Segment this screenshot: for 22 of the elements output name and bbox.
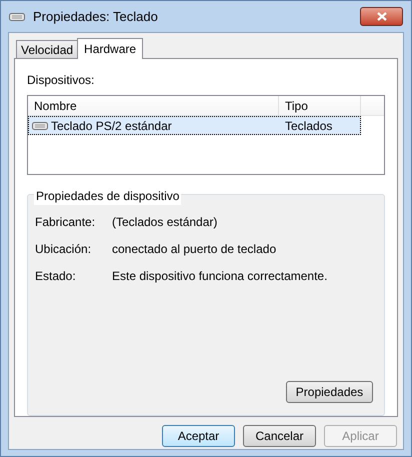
window-title: Propiedades: Teclado xyxy=(33,8,158,26)
close-button[interactable] xyxy=(360,7,403,26)
device-type: Teclados xyxy=(284,118,332,134)
tab[interactable]: Velocidad xyxy=(16,40,78,58)
property-label: Estado: xyxy=(35,268,77,285)
property-value: conectado al puerto de teclado xyxy=(112,240,276,258)
property-label: Fabricante: xyxy=(35,214,96,231)
property-value: Este dispositivo funciona correctamente. xyxy=(112,268,328,285)
column-header[interactable]: Tipo xyxy=(279,96,361,115)
devices-label: Dispositivos: xyxy=(27,72,96,89)
property-label: Ubicación: xyxy=(35,240,92,258)
column-header[interactable]: Nombre xyxy=(28,96,279,115)
close-icon xyxy=(376,12,386,21)
keyboard-icon xyxy=(9,12,25,20)
dialog-button[interactable]: Cancelar xyxy=(243,425,316,447)
dialog-button[interactable]: Aceptar xyxy=(162,425,235,447)
device-row[interactable]: Teclado PS/2 estándar Teclados xyxy=(28,116,361,135)
device-name: Teclado PS/2 estándar xyxy=(51,118,172,134)
keyboard-icon xyxy=(32,122,48,130)
properties-button[interactable]: Propiedades xyxy=(286,381,373,403)
property-value: (Teclados estándar) xyxy=(112,214,218,231)
tab[interactable]: Hardware xyxy=(77,38,144,59)
